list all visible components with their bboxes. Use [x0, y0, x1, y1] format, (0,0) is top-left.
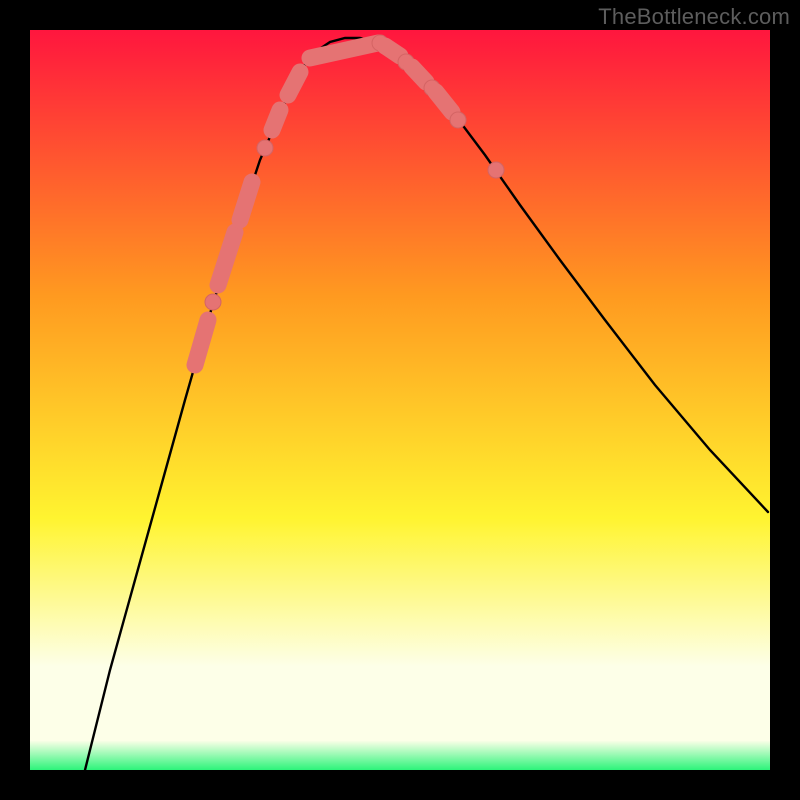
gradient-background	[30, 30, 770, 770]
curve-marker-pill	[240, 182, 252, 220]
chart-frame: TheBottleneck.com	[0, 0, 800, 800]
curve-marker-dot	[205, 294, 221, 310]
plot-area	[30, 30, 770, 770]
watermark-text: TheBottleneck.com	[598, 4, 790, 30]
chart-svg	[30, 30, 770, 770]
curve-marker-dot	[450, 112, 466, 128]
curve-marker-pill	[272, 110, 280, 130]
curve-marker-pill	[288, 72, 300, 95]
curve-marker-dot	[488, 162, 504, 178]
curve-marker-pill	[385, 46, 400, 56]
curve-marker-pill	[412, 67, 426, 82]
curve-marker-dot	[257, 140, 273, 156]
